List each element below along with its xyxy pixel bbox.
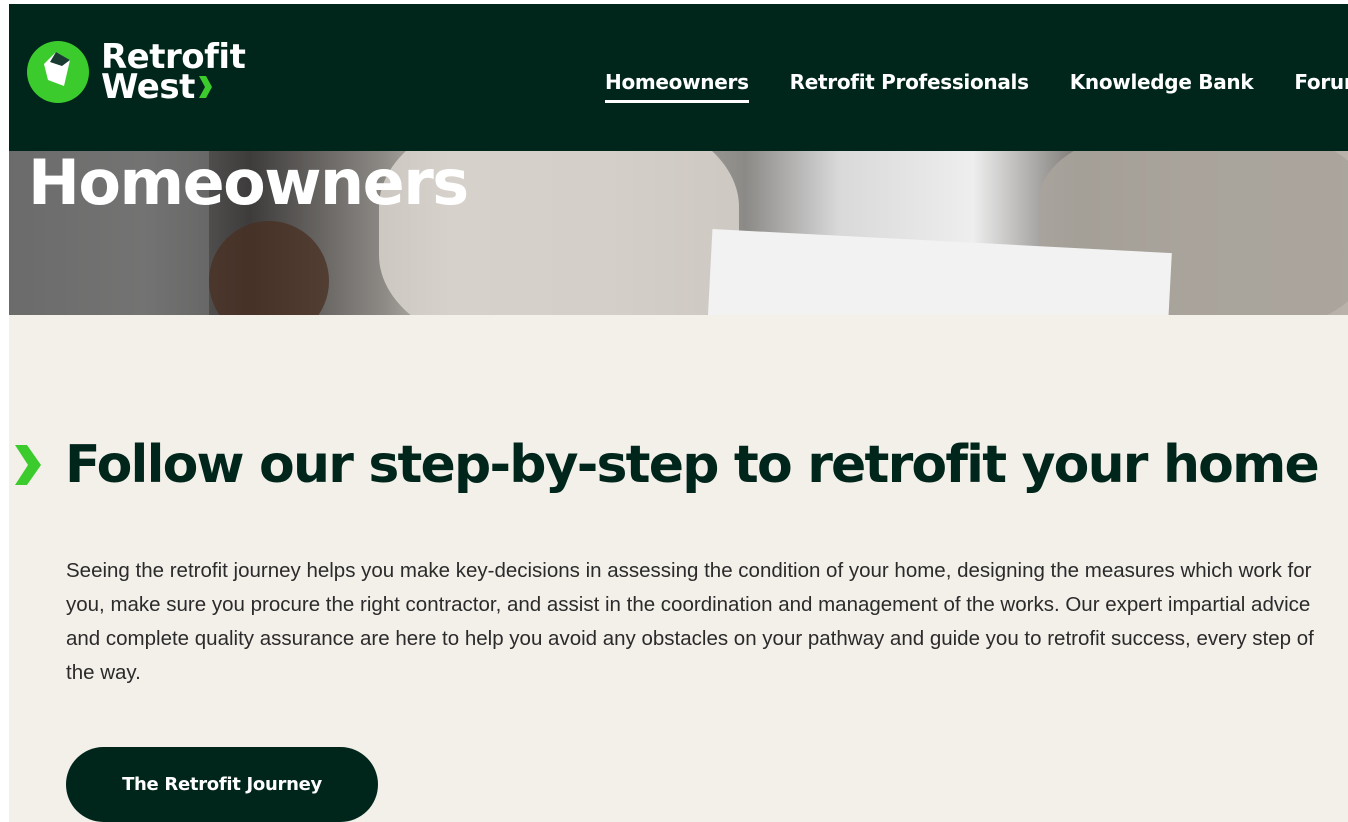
site-logo[interactable]: Retrofit West bbox=[26, 40, 246, 107]
nav-item-forum[interactable]: Forur bbox=[1294, 70, 1348, 94]
logo-chevron-icon bbox=[198, 76, 212, 98]
section-heading-text: Follow our step-by-step to retrofit your… bbox=[65, 435, 1320, 495]
section-heading: Follow our step-by-step to retrofit your… bbox=[13, 430, 1320, 500]
hero-title: Homeowners bbox=[28, 151, 469, 219]
hero-banner: Homeowners bbox=[9, 151, 1348, 315]
logo-wordmark: Retrofit West bbox=[101, 40, 246, 107]
chevron-right-icon bbox=[15, 445, 41, 485]
nav-item-knowledge-bank[interactable]: Knowledge Bank bbox=[1070, 70, 1254, 94]
logo-name-line2: West bbox=[101, 67, 195, 107]
retrofit-journey-button[interactable]: The Retrofit Journey bbox=[66, 747, 378, 822]
site-header: Retrofit West Homeowners Retrofit Profes… bbox=[9, 4, 1348, 151]
main-nav: Homeowners Retrofit Professionals Knowle… bbox=[605, 70, 1348, 103]
intro-paragraph: Seeing the retrofit journey helps you ma… bbox=[66, 559, 1314, 684]
page: Retrofit West Homeowners Retrofit Profes… bbox=[9, 4, 1348, 822]
nav-item-homeowners[interactable]: Homeowners bbox=[605, 70, 749, 103]
nav-item-retrofit-professionals[interactable]: Retrofit Professionals bbox=[790, 70, 1029, 94]
retrofit-west-logo-icon bbox=[26, 40, 90, 104]
